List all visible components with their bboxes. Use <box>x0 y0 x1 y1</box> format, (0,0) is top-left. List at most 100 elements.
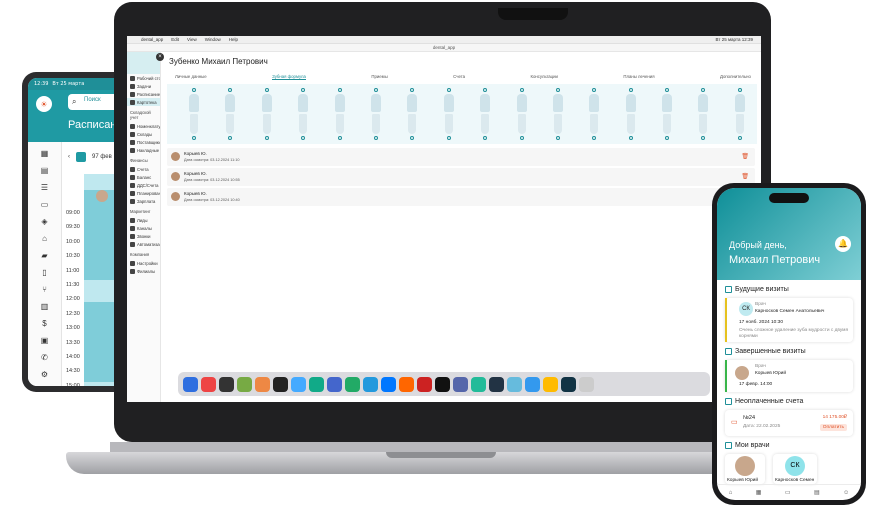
card-icon[interactable]: ▤ <box>814 489 820 496</box>
dock-app-icon[interactable] <box>561 376 576 392</box>
sidebar-item[interactable]: Зарплата <box>127 197 160 205</box>
tooth[interactable] <box>333 88 347 140</box>
tab-visits[interactable]: Приемы <box>371 74 387 80</box>
sidebar-item[interactable]: Настройки <box>127 259 160 267</box>
tasks-icon[interactable]: ☰ <box>40 183 50 193</box>
calendar-icon[interactable]: ▦ <box>756 489 762 496</box>
dock-app-icon[interactable] <box>183 376 198 392</box>
tab-consultations[interactable]: Консультации <box>530 74 557 80</box>
close-icon[interactable]: × <box>156 53 164 61</box>
tooth[interactable] <box>187 88 201 140</box>
dock-app-icon[interactable] <box>327 376 342 392</box>
dock-app-icon[interactable] <box>381 376 396 392</box>
card-icon[interactable]: ▭ <box>40 200 50 210</box>
tooth[interactable] <box>296 88 310 140</box>
home-icon[interactable]: ⌂ <box>40 234 50 244</box>
tooth[interactable] <box>624 88 638 140</box>
tooth[interactable] <box>733 88 747 140</box>
dock-app-icon[interactable] <box>201 376 216 392</box>
dock-app-icon[interactable] <box>291 376 306 392</box>
dock-app-icon[interactable] <box>273 376 288 392</box>
sidebar-item[interactable]: Лиды <box>127 216 160 224</box>
tab-dental-formula[interactable]: Зубная формула <box>272 74 306 80</box>
settings-icon[interactable]: ⚙ <box>40 370 50 380</box>
sidebar-item[interactable]: Автоматизация <box>127 240 160 248</box>
tooth[interactable] <box>551 88 565 140</box>
calendar-button-icon[interactable] <box>76 152 86 162</box>
sidebar-item[interactable]: Накладные <box>127 146 160 154</box>
menu-help[interactable]: Help <box>229 37 238 42</box>
menu-window[interactable]: Window <box>205 37 221 42</box>
sidebar-item[interactable]: Филиалы <box>127 267 160 275</box>
menu-edit[interactable]: Edit <box>171 37 179 42</box>
tooth[interactable] <box>223 88 237 140</box>
tooth[interactable] <box>260 88 274 140</box>
pay-button[interactable]: Оплатить <box>819 424 847 431</box>
trash-icon[interactable]: 🗑 <box>741 173 749 180</box>
branch-icon[interactable]: ⑂ <box>40 285 50 295</box>
tooth[interactable] <box>478 88 492 140</box>
sidebar-item-desktop[interactable]: Рабочий стол <box>127 74 160 82</box>
sidebar-item[interactable]: Номенклатура <box>127 122 160 130</box>
tablet-date-picker[interactable]: ‹ 97 фев <box>68 152 112 162</box>
dock-app-icon[interactable] <box>507 376 522 392</box>
chevron-left-icon[interactable]: ‹ <box>68 154 70 160</box>
dock-app-icon[interactable] <box>309 376 324 392</box>
chat-icon[interactable]: ▭ <box>785 489 791 496</box>
invoice-card[interactable]: ▭ №24 Дата: 22.02.2025 14 175.00₽ Оплати… <box>725 410 853 436</box>
dock-app-icon[interactable] <box>219 376 234 392</box>
dock-app-icon[interactable] <box>489 376 504 392</box>
doc-icon[interactable]: ▯ <box>40 268 50 278</box>
tooth[interactable] <box>587 88 601 140</box>
tooth[interactable] <box>405 88 419 140</box>
sidebar-item[interactable]: Баланс <box>127 173 160 181</box>
dock-app-icon[interactable] <box>579 376 594 392</box>
dock-app-icon[interactable] <box>237 376 252 392</box>
tooth[interactable] <box>696 88 710 140</box>
tab-treatment-plans[interactable]: Планы лечения <box>623 74 654 80</box>
coin-icon[interactable]: $ <box>40 319 50 329</box>
schedule-icon[interactable]: ▤ <box>40 166 50 176</box>
sidebar-item[interactable]: ДДС/Счета <box>127 181 160 189</box>
dock-app-icon[interactable] <box>363 376 378 392</box>
dock-app-icon[interactable] <box>435 376 450 392</box>
chart-icon[interactable]: ▥ <box>40 302 50 312</box>
bell-icon[interactable]: 🔔 <box>835 236 851 252</box>
sidebar-item[interactable]: Счета <box>127 165 160 173</box>
dock-app-icon[interactable] <box>399 376 414 392</box>
profile-icon[interactable]: ☺ <box>843 490 849 496</box>
tooth[interactable] <box>515 88 529 140</box>
calendar-icon[interactable]: ▦ <box>40 149 50 159</box>
completed-visit-card[interactable]: Врач Корыев Юрий 17 февр. 14:00 <box>725 360 853 392</box>
tooth[interactable] <box>369 88 383 140</box>
home-icon[interactable]: ⌂ <box>729 490 733 496</box>
visit-row[interactable]: Корыев Ю. Дата осмотра: 03.12.2024 10:40 <box>167 188 755 206</box>
dock-app-icon[interactable] <box>525 376 540 392</box>
tab-personal[interactable]: Личные данные <box>175 74 207 80</box>
dock-app-icon[interactable] <box>453 376 468 392</box>
cart-icon[interactable]: ▣ <box>40 336 50 346</box>
sidebar-item[interactable]: Планирование <box>127 189 160 197</box>
menu-app[interactable]: dental_app <box>141 37 163 42</box>
dock-app-icon[interactable] <box>255 376 270 392</box>
upcoming-visit-card[interactable]: СК Врач Карносков Семен Анатольевич 17 н… <box>725 298 853 342</box>
tooth[interactable] <box>660 88 674 140</box>
sidebar-item[interactable]: Склады <box>127 130 160 138</box>
sidebar-item[interactable]: Каналы <box>127 224 160 232</box>
sidebar-profile[interactable] <box>127 52 160 74</box>
dock-app-icon[interactable] <box>417 376 432 392</box>
dock-app-icon[interactable] <box>543 376 558 392</box>
doctor-card[interactable]: Корыев Юрий <box>725 454 765 484</box>
menu-view[interactable]: View <box>187 37 197 42</box>
tab-extra[interactable]: Дополнительно <box>720 74 751 80</box>
tooth[interactable] <box>442 88 456 140</box>
dock-app-icon[interactable] <box>345 376 360 392</box>
truck-icon[interactable]: ▰ <box>40 251 50 261</box>
tooth-icon[interactable]: ◈ <box>40 217 50 227</box>
trash-icon[interactable]: 🗑 <box>741 153 749 160</box>
visit-row[interactable]: Корыев Ю. Дата осмотра: 03.12.2024 10:55… <box>167 168 755 186</box>
sidebar-item[interactable]: Звонки <box>127 232 160 240</box>
dock-app-icon[interactable] <box>471 376 486 392</box>
sidebar-item-schedule[interactable]: Расписание <box>127 90 160 98</box>
visit-row[interactable]: Корыев Ю. Дата осмотра: 03.12.2024 11:10… <box>167 148 755 166</box>
